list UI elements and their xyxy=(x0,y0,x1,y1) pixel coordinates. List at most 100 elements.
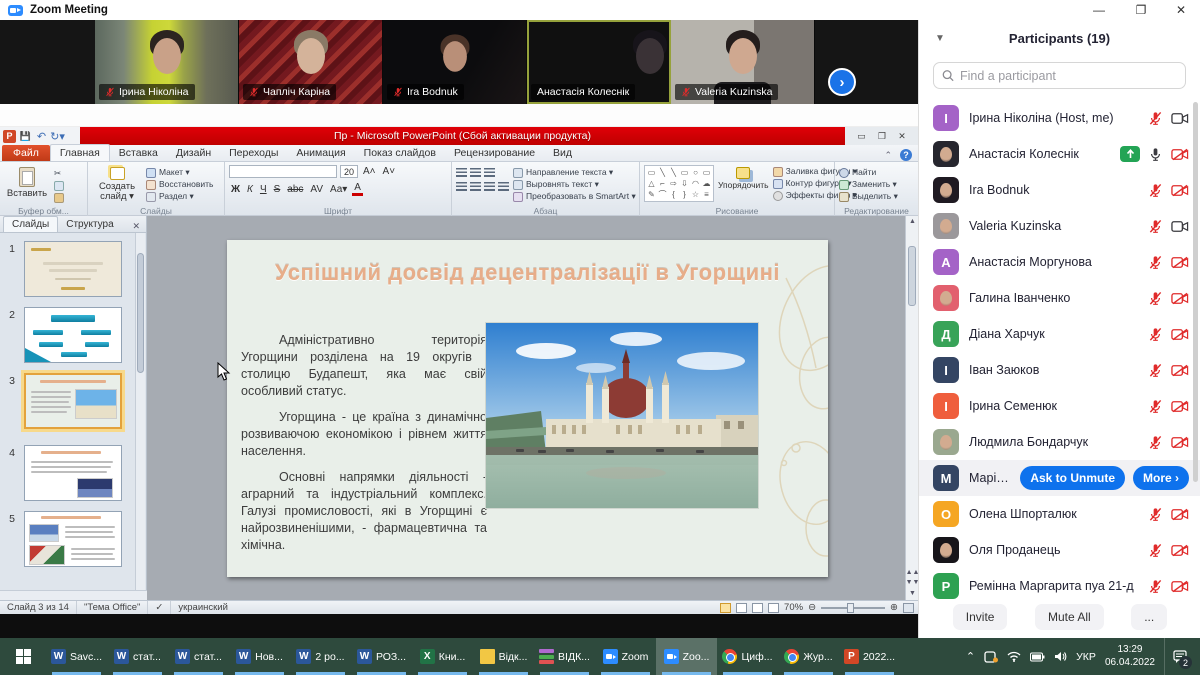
participant-row[interactable]: AАнастасія Моргунова xyxy=(919,244,1200,280)
ppt-tab-1[interactable]: Главная xyxy=(50,144,110,161)
redo-icon[interactable]: ↻▾ xyxy=(51,130,64,143)
layout-button[interactable]: Макет ▾ xyxy=(146,168,213,178)
volume-icon[interactable] xyxy=(1054,651,1067,662)
ppt-tab-4[interactable]: Переходы xyxy=(220,145,287,161)
invite-button[interactable]: Invite xyxy=(953,604,1008,630)
zoom-in-icon[interactable]: ⊕ xyxy=(890,602,898,613)
action-center-icon[interactable] xyxy=(984,651,998,663)
participant-row[interactable]: IІван Заюков xyxy=(919,352,1200,388)
video-tile[interactable]: Ira Bodnuk xyxy=(383,20,527,104)
indent-icon[interactable] xyxy=(484,168,495,177)
section-button[interactable]: Раздел ▾ xyxy=(146,192,213,202)
slide-thumbnail-5[interactable]: 5 xyxy=(0,511,136,567)
tab-slides[interactable]: Слайды xyxy=(3,216,58,232)
more-button[interactable]: More › xyxy=(1133,466,1189,490)
battery-icon[interactable] xyxy=(1030,652,1045,662)
align-left-icon[interactable] xyxy=(456,182,467,191)
taskbar-app-6[interactable]: XКни... xyxy=(412,638,473,675)
participants-scrollbar[interactable] xyxy=(1193,102,1198,482)
numbering-icon[interactable] xyxy=(470,168,481,177)
ppt-app-icon[interactable]: P xyxy=(3,130,16,143)
font-style-button-2[interactable]: Ч xyxy=(258,184,269,195)
participant-row[interactable]: Людмила Бондарчук xyxy=(919,424,1200,460)
participant-row[interactable]: PРемінна Маргарита пуа 21-д xyxy=(919,568,1200,604)
shrink-font-icon[interactable]: A˅ xyxy=(381,166,398,177)
text-direction-button[interactable]: Направление текста ▾ xyxy=(513,168,636,178)
justify-icon[interactable] xyxy=(498,182,509,191)
slide-thumbnail-4[interactable]: 4 xyxy=(0,445,136,501)
participant-search[interactable] xyxy=(933,62,1186,89)
current-slide[interactable]: Успішний досвід децентралізації в Угорщи… xyxy=(227,240,828,577)
next-videos-button[interactable]: › xyxy=(828,68,856,96)
participant-row[interactable]: Valeria Kuzinska xyxy=(919,208,1200,244)
help-icon[interactable]: ? xyxy=(900,149,912,161)
video-tile[interactable]: Чапліч Каріна xyxy=(239,20,383,104)
slide-thumbnail-2[interactable]: 2 xyxy=(0,307,136,363)
taskbar-app-7[interactable]: Відк... xyxy=(473,638,534,675)
participant-row[interactable]: ДДіана Харчук xyxy=(919,316,1200,352)
undo-icon[interactable]: ↶ xyxy=(35,130,48,143)
status-language[interactable]: украинский xyxy=(171,601,235,614)
shapes-gallery[interactable]: ▭╲╲▭○▭ △⌐⇨⇩◠☁ ✎⌒{}☆≡ xyxy=(644,165,714,202)
taskbar-app-10[interactable]: Zoo... xyxy=(656,638,717,675)
format-painter-icon[interactable] xyxy=(54,193,64,203)
ppt-tab-2[interactable]: Вставка xyxy=(110,145,167,161)
spellcheck-icon[interactable]: ✓ xyxy=(148,601,171,614)
minimize-button[interactable]: — xyxy=(1082,0,1116,20)
participant-row[interactable]: Оля Проданець xyxy=(919,532,1200,568)
new-slide-button[interactable]: Создать слайд ▾ xyxy=(92,165,142,203)
taskbar-app-8[interactable]: ВІДК... xyxy=(534,638,595,675)
fit-slide-icon[interactable] xyxy=(903,603,914,613)
slide-thumbnail-3[interactable]: 3 xyxy=(0,373,136,429)
align-text-button[interactable]: Выровнять текст ▾ xyxy=(513,180,636,190)
slide-thumbnail-1[interactable]: 1 xyxy=(0,241,136,297)
normal-view-icon[interactable] xyxy=(720,603,731,613)
notification-center[interactable]: 2 xyxy=(1164,638,1194,675)
reading-view-icon[interactable] xyxy=(752,603,763,613)
pane-hscrollbar[interactable] xyxy=(0,590,147,600)
start-button[interactable] xyxy=(0,638,46,675)
close-button[interactable]: ✕ xyxy=(1164,0,1198,20)
ppt-tab-3[interactable]: Дизайн xyxy=(167,145,220,161)
wifi-icon[interactable] xyxy=(1007,651,1021,662)
taskbar-app-9[interactable]: Zoom xyxy=(595,638,656,675)
restore-button[interactable]: ❐ xyxy=(1124,0,1158,20)
ppt-tab-0[interactable]: Файл xyxy=(2,145,50,161)
taskbar-app-4[interactable]: W2 ро... xyxy=(290,638,351,675)
paste-button[interactable]: Вставить xyxy=(4,165,50,199)
character-spacing-icon[interactable]: AV xyxy=(308,184,325,195)
participant-row[interactable]: OОлена Шпорталюк xyxy=(919,496,1200,532)
find-button[interactable]: Найти xyxy=(839,168,898,178)
font-name-select[interactable] xyxy=(229,165,337,178)
font-style-button-3[interactable]: S xyxy=(272,184,283,195)
search-input[interactable] xyxy=(960,69,1177,83)
participant-row[interactable]: IІрина Семенюк xyxy=(919,388,1200,424)
pane-close-icon[interactable]: ✕ xyxy=(132,221,146,232)
ppt-tab-5[interactable]: Анимация xyxy=(287,145,354,161)
mute-all-button[interactable]: Mute All xyxy=(1035,604,1104,630)
slide-sorter-icon[interactable] xyxy=(736,603,747,613)
taskbar-app-5[interactable]: WРОЗ... xyxy=(351,638,412,675)
taskbar-app-12[interactable]: Жур... xyxy=(778,638,839,675)
chevron-down-icon[interactable]: ▼ xyxy=(935,33,945,44)
ppt-minimize-icon[interactable]: ▭ xyxy=(857,131,866,142)
bullets-icon[interactable] xyxy=(456,168,467,177)
ppt-tab-6[interactable]: Показ слайдов xyxy=(355,145,445,161)
ppt-restore-icon[interactable]: ❐ xyxy=(878,131,886,142)
ask-to-unmute-button[interactable]: Ask to Unmute xyxy=(1020,466,1125,490)
font-style-button-0[interactable]: Ж xyxy=(229,184,242,195)
taskbar-app-13[interactable]: P2022... xyxy=(839,638,900,675)
collapse-ribbon-icon[interactable]: ⌃ xyxy=(884,150,892,161)
select-button[interactable]: Выделить ▾ xyxy=(839,192,898,202)
tray-chevron-icon[interactable]: ⌃ xyxy=(966,650,975,663)
slideshow-icon[interactable] xyxy=(768,603,779,613)
clock[interactable]: 13:29 06.04.2022 xyxy=(1105,644,1155,669)
grow-font-icon[interactable]: A˄ xyxy=(361,166,378,177)
taskbar-app-0[interactable]: WSavc... xyxy=(46,638,107,675)
ppt-tab-8[interactable]: Вид xyxy=(544,145,581,161)
replace-button[interactable]: Заменить ▾ xyxy=(839,180,898,190)
pane-scrollbar[interactable] xyxy=(135,233,145,590)
arrange-button[interactable]: Упорядочить xyxy=(718,165,769,190)
reset-button[interactable]: Восстановить xyxy=(146,180,213,190)
align-right-icon[interactable] xyxy=(484,182,495,191)
